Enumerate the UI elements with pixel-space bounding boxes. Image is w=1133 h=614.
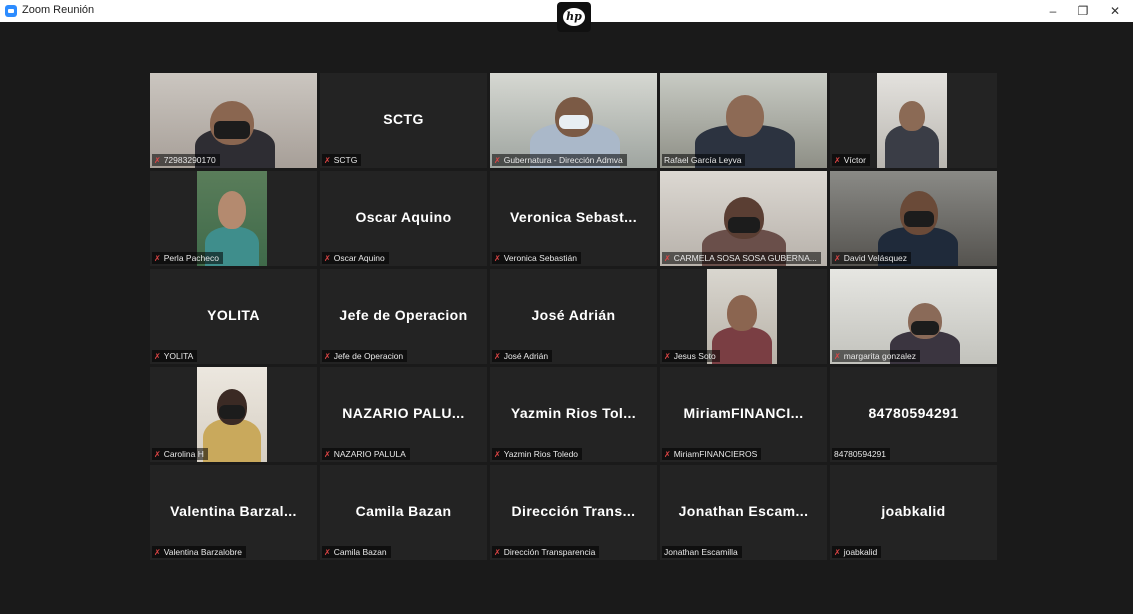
participant-name-label: Rafael García Leyva bbox=[662, 154, 746, 166]
mic-muted-icon: ✗ bbox=[324, 352, 331, 361]
mic-muted-icon: ✗ bbox=[494, 450, 501, 459]
participant-tile[interactable]: YOLITA ✗ YOLITA bbox=[150, 269, 317, 364]
participant-display-name: SCTG bbox=[383, 111, 424, 127]
participant-name-label: ✗ 72983290170 bbox=[152, 154, 220, 166]
mic-muted-icon: ✗ bbox=[834, 352, 841, 361]
participant-tile[interactable]: Yazmin Rios Tol... ✗ Yazmin Rios Toledo bbox=[490, 367, 657, 462]
participant-display-name: YOLITA bbox=[207, 307, 260, 323]
mic-muted-icon: ✗ bbox=[154, 450, 161, 459]
participant-tile[interactable]: joabkalid ✗ joabkalid bbox=[830, 465, 997, 560]
mic-muted-icon: ✗ bbox=[324, 548, 331, 557]
participant-display-name: Veronica Sebast... bbox=[509, 209, 638, 225]
zoom-app-icon bbox=[5, 5, 17, 17]
mic-muted-icon: ✗ bbox=[154, 254, 161, 263]
participant-tile[interactable]: ✗ Gubernatura - Dirección Admva bbox=[490, 73, 657, 168]
participant-name-label: ✗ Veronica Sebastián bbox=[492, 252, 581, 264]
participant-name-label: ✗ Valentina Barzalobre bbox=[152, 546, 246, 558]
participant-name-label: ✗ Yazmin Rios Toledo bbox=[492, 448, 583, 460]
participant-name-label: ✗ Oscar Aquino bbox=[322, 252, 389, 264]
mic-muted-icon: ✗ bbox=[494, 156, 501, 165]
participant-tile[interactable]: NAZARIO PALU... ✗ NAZARIO PALULA bbox=[320, 367, 487, 462]
participant-tile[interactable]: MiriamFINANCI... ✗ MiriamFINANCIEROS bbox=[660, 367, 827, 462]
participant-display-name: Yazmin Rios Tol... bbox=[510, 405, 637, 421]
mic-muted-icon: ✗ bbox=[494, 352, 501, 361]
mic-muted-icon: ✗ bbox=[664, 450, 671, 459]
participant-tile[interactable]: ✗ CARMELA SOSA SOSA GUBERNA... bbox=[660, 171, 827, 266]
participant-tile[interactable]: Jonathan Escam... Jonathan Escamilla bbox=[660, 465, 827, 560]
participant-name-label: ✗ Perla Pacheco bbox=[152, 252, 223, 264]
hp-logo-text: hp bbox=[563, 8, 585, 26]
participant-display-name: 84780594291 bbox=[868, 405, 959, 421]
participant-display-name: joabkalid bbox=[881, 503, 946, 519]
participant-name-label: ✗ MiriamFINANCIEROS bbox=[662, 448, 762, 460]
participant-tile[interactable]: ✗ Carolina H bbox=[150, 367, 317, 462]
mic-muted-icon: ✗ bbox=[154, 548, 161, 557]
participant-display-name: MiriamFINANCI... bbox=[683, 405, 804, 421]
participant-name-label: ✗ Víctor bbox=[832, 154, 870, 166]
mic-muted-icon: ✗ bbox=[664, 254, 671, 263]
video-feed bbox=[877, 73, 947, 168]
minimize-button[interactable]: – bbox=[1039, 0, 1067, 22]
participant-display-name: Oscar Aquino bbox=[355, 209, 452, 225]
participant-tile[interactable]: Camila Bazan ✗ Camila Bazan bbox=[320, 465, 487, 560]
mic-muted-icon: ✗ bbox=[324, 156, 331, 165]
mic-muted-icon: ✗ bbox=[834, 156, 841, 165]
mic-muted-icon: ✗ bbox=[664, 352, 671, 361]
mic-muted-icon: ✗ bbox=[834, 254, 841, 263]
participant-tile[interactable]: SCTG ✗ SCTG bbox=[320, 73, 487, 168]
participant-tile[interactable]: Veronica Sebast... ✗ Veronica Sebastián bbox=[490, 171, 657, 266]
participant-tile[interactable]: ✗ David Velásquez bbox=[830, 171, 997, 266]
participant-display-name: NAZARIO PALU... bbox=[342, 405, 465, 421]
participant-name-label: ✗ Jesus Soto bbox=[662, 350, 720, 362]
participant-tile[interactable]: ✗ 72983290170 bbox=[150, 73, 317, 168]
participant-name-label: ✗ NAZARIO PALULA bbox=[322, 448, 410, 460]
participant-tile[interactable]: ✗ Jesus Soto bbox=[660, 269, 827, 364]
mic-muted-icon: ✗ bbox=[324, 254, 331, 263]
participant-tile[interactable]: ✗ margarita gonzalez bbox=[830, 269, 997, 364]
participant-name-label: Jonathan Escamilla bbox=[662, 546, 742, 558]
participant-tile[interactable]: ✗ Perla Pacheco bbox=[150, 171, 317, 266]
participant-name-label: ✗ Carolina H bbox=[152, 448, 208, 460]
participant-display-name: Valentina Barzal... bbox=[170, 503, 297, 519]
participant-name-label: ✗ Dirección Transparencia bbox=[492, 546, 600, 558]
participant-tile-active-speaker[interactable]: Rafael García Leyva bbox=[660, 73, 827, 168]
mic-muted-icon: ✗ bbox=[494, 548, 501, 557]
participant-display-name: Dirección Trans... bbox=[511, 503, 636, 519]
mic-muted-icon: ✗ bbox=[494, 254, 501, 263]
participant-name-label: ✗ José Adrián bbox=[492, 350, 553, 362]
participant-name-label: ✗ David Velásquez bbox=[832, 252, 912, 264]
restore-button[interactable]: ❐ bbox=[1069, 0, 1097, 22]
mic-muted-icon: ✗ bbox=[154, 352, 161, 361]
hp-logo: hp bbox=[557, 2, 591, 32]
participant-tile[interactable]: Oscar Aquino ✗ Oscar Aquino bbox=[320, 171, 487, 266]
close-button[interactable]: ✕ bbox=[1101, 0, 1129, 22]
participant-tile[interactable]: Valentina Barzal... ✗ Valentina Barzalobr… bbox=[150, 465, 317, 560]
participant-name-label: ✗ Jefe de Operacion bbox=[322, 350, 408, 362]
participant-name-label: ✗ margarita gonzalez bbox=[832, 350, 920, 362]
mic-muted-icon: ✗ bbox=[154, 156, 161, 165]
participant-name-label: ✗ YOLITA bbox=[152, 350, 198, 362]
participant-display-name: Camila Bazan bbox=[355, 503, 452, 519]
participant-name-label: ✗ Gubernatura - Dirección Admva bbox=[492, 154, 627, 166]
participant-grid: ✗ 72983290170 SCTG ✗ SCTG ✗ Gubernatura - D… bbox=[150, 73, 998, 563]
participant-tile[interactable]: ✗ Víctor bbox=[830, 73, 997, 168]
participant-name-label: ✗ CARMELA SOSA SOSA GUBERNA... bbox=[662, 252, 821, 264]
participant-tile[interactable]: José Adrián ✗ José Adrián bbox=[490, 269, 657, 364]
window-title: Zoom Reunión bbox=[22, 4, 95, 16]
participant-name-label: ✗ Camila Bazan bbox=[322, 546, 391, 558]
participant-display-name: Jefe de Operacion bbox=[339, 307, 468, 323]
participant-display-name: José Adrián bbox=[531, 307, 616, 323]
participant-name-label: ✗ joabkalid bbox=[832, 546, 882, 558]
gallery-view: ✗ 72983290170 SCTG ✗ SCTG ✗ Gubernatura - D… bbox=[6, 22, 1127, 608]
participant-tile[interactable]: Jefe de Operacion ✗ Jefe de Operacion bbox=[320, 269, 487, 364]
participant-tile[interactable]: Dirección Trans... ✗ Dirección Transparen… bbox=[490, 465, 657, 560]
mic-muted-icon: ✗ bbox=[834, 548, 841, 557]
participant-display-name: Jonathan Escam... bbox=[678, 503, 809, 519]
participant-name-label: ✗ SCTG bbox=[322, 154, 362, 166]
participant-tile[interactable]: 84780594291 84780594291 bbox=[830, 367, 997, 462]
participant-name-label: 84780594291 bbox=[832, 448, 891, 460]
mic-muted-icon: ✗ bbox=[324, 450, 331, 459]
